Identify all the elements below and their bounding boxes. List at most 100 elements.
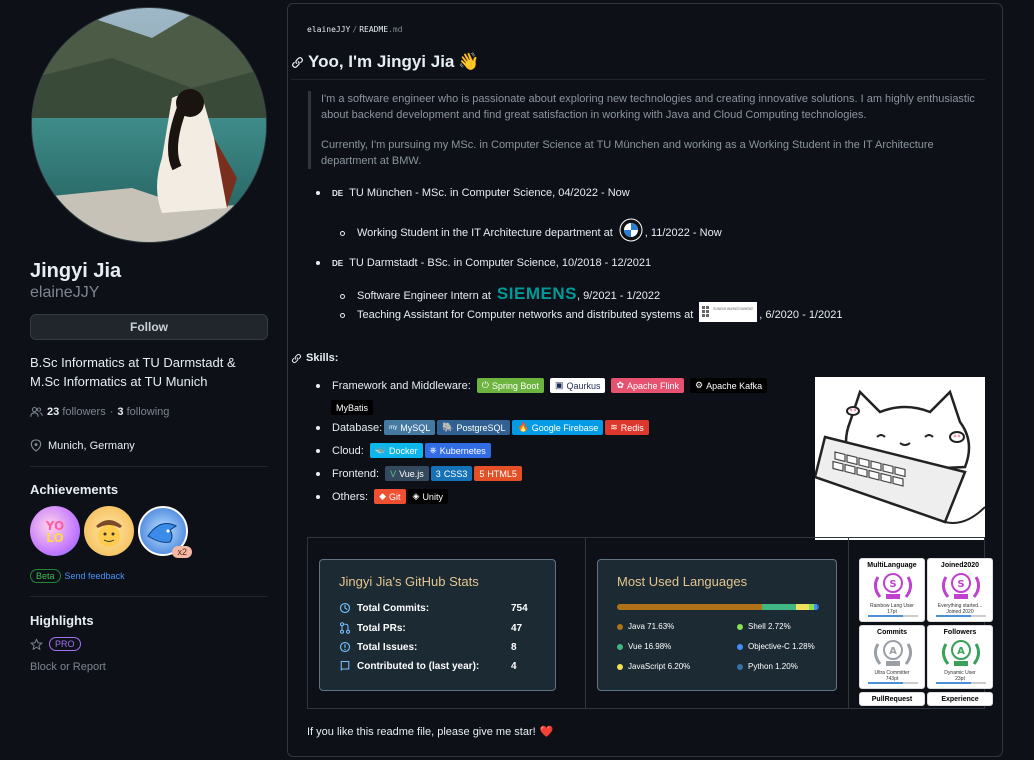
following-link[interactable]: 3 following — [117, 406, 169, 418]
skill-label: Database: — [332, 421, 383, 434]
skills-others: Others: ◆ Git ◈ Unity — [316, 489, 448, 504]
bullet — [316, 383, 320, 388]
language-label: Python 1.20% — [748, 662, 798, 671]
language-label: Shell 2.72% — [748, 622, 791, 631]
svg-text:S: S — [957, 579, 964, 590]
trophy-icon: A — [873, 640, 913, 666]
language-item: JavaScript 6.20% — [617, 662, 690, 671]
yolo-badge[interactable]: YO LO — [30, 506, 80, 556]
language-dot — [737, 643, 743, 650]
trophy-title: Followers — [943, 629, 977, 636]
bullet — [340, 312, 345, 318]
trophy-title: MultiLanguage — [867, 562, 917, 569]
tag-text: MyBatis — [336, 402, 369, 413]
stat-label: Total Commits: — [357, 602, 430, 614]
link-icon[interactable] — [291, 56, 304, 69]
github-stats-card: Jingyi Jia's GitHub Stats Total Commits:… — [319, 559, 556, 691]
svg-text:LO: LO — [46, 531, 63, 545]
trophy-icon: S — [873, 573, 913, 599]
edu-1-sub-1-dates: , 11/2022 - Now — [644, 227, 722, 239]
tag-postgresql: 🐘 PostgreSQL — [437, 420, 511, 435]
people-icon — [30, 407, 43, 417]
issue-icon — [339, 641, 351, 653]
tag-text: MySQL — [400, 422, 431, 433]
beta-label: Beta — [30, 569, 61, 583]
tag-text: Redis — [620, 422, 644, 433]
trophy-title: Commits — [877, 629, 907, 636]
intro-paragraph-2: Currently, I'm pursuing my MSc. in Compu… — [321, 139, 934, 167]
bullet — [340, 293, 345, 299]
skill-label: Others: — [332, 490, 369, 503]
tag-quarkus: ▣ Qaurkus — [549, 378, 606, 393]
language-label: Java 71.63% — [628, 622, 675, 631]
trophy-progress — [936, 615, 986, 617]
trophy-progress — [868, 615, 918, 617]
stat-label: Total Issues: — [357, 641, 418, 653]
tag-text: Unity — [422, 491, 443, 502]
trophy-card: Experience — [927, 692, 993, 706]
tag-text: PostgreSQL — [456, 422, 506, 433]
bullet — [316, 448, 320, 453]
block-or-report-link[interactable]: Block or Report — [30, 661, 106, 673]
tag-kubernetes: ⎈ Kubernetes — [424, 443, 491, 458]
tag-vue: V Vue.js — [385, 466, 429, 481]
skill-label: Framework and Middleware: — [332, 379, 471, 392]
skills-database: Database: ᵐʸ MySQL 🐘 PostgreSQL 🔥 Google… — [316, 420, 649, 435]
languages-title: Most Used Languages — [617, 574, 748, 589]
trophy-card: MultiLanguage S Rainbow Lang User 17pt — [859, 558, 925, 622]
edu-2-text: TU Darmstadt - BSc. in Computer Science,… — [349, 257, 652, 269]
edu-1-sub-1-text: Working Student in the IT Architecture d… — [357, 227, 613, 239]
tag-text: Google Firebase — [531, 422, 599, 433]
edu-2-sub-2: Teaching Assistant for Computer networks… — [340, 302, 842, 322]
language-dot — [617, 643, 623, 650]
tag-text: Kubernetes — [439, 445, 486, 456]
breadcrumb-file[interactable]: README — [359, 25, 388, 34]
language-label: JavaScript 6.20% — [628, 662, 691, 671]
table-divider — [585, 538, 586, 708]
tag-unity: ◈ Unity — [407, 489, 448, 504]
trophy-subtitle: Rainbow Lang User 17pt — [860, 603, 924, 615]
trophy-progress — [936, 682, 986, 684]
avatar[interactable] — [31, 7, 267, 243]
tag-text: Vue.js — [399, 468, 424, 479]
achievements-title[interactable]: Achievements — [30, 482, 118, 497]
link-icon[interactable] — [291, 353, 302, 364]
heart-emoji: ❤️ — [539, 726, 554, 738]
language-bar-segment — [816, 604, 819, 610]
language-bar-segment — [617, 604, 762, 610]
edu-2-sub-1: Software Engineer Intern at SIEMENS , 9/… — [340, 284, 660, 308]
language-item: Java 71.63% — [617, 622, 674, 631]
language-item: Objective-C 1.28% — [737, 642, 815, 651]
stat-label: Contributed to (last year): — [357, 660, 480, 672]
bongo-cat-image — [813, 377, 986, 540]
stats-table: Jingyi Jia's GitHub Stats Total Commits:… — [307, 537, 993, 709]
footer-text: If you like this readme file, please giv… — [307, 725, 536, 738]
trophy-title: Experience — [941, 696, 979, 703]
bullet — [340, 230, 345, 236]
divider — [30, 596, 268, 597]
divider — [30, 466, 268, 467]
edu-item-1: DE TU München - MSc. in Computer Science,… — [316, 187, 630, 199]
tag-text: HTML5 — [487, 468, 517, 479]
bmw-logo-icon — [619, 218, 643, 242]
followers-link[interactable]: 23 followers — [47, 406, 106, 418]
history-icon — [339, 602, 351, 614]
tag-text: CSS3 — [443, 468, 468, 479]
breadcrumb-owner[interactable]: elaineJJY — [307, 25, 350, 34]
stat-row-commits: Total Commits: — [339, 602, 429, 614]
profile-name: Jingyi Jia — [30, 260, 122, 282]
trophy-progress — [868, 682, 918, 684]
quickdraw-badge[interactable] — [84, 506, 134, 556]
language-dot — [737, 623, 743, 630]
trophy-card: PullRequest — [859, 692, 925, 706]
language-bar-segment — [795, 604, 809, 610]
de-flag: DE — [332, 258, 344, 268]
breadcrumb-ext: .md — [388, 25, 403, 34]
trophy-icon: S — [941, 573, 981, 599]
send-feedback-link[interactable]: Send feedback — [65, 571, 125, 581]
follow-button[interactable]: Follow — [30, 314, 268, 340]
pull-request-icon — [339, 622, 351, 634]
tag-docker: 🐳 Docker — [369, 443, 423, 458]
github-stats-title: Jingyi Jia's GitHub Stats — [339, 574, 479, 589]
pull-shark-badge[interactable]: x2 — [138, 506, 192, 558]
